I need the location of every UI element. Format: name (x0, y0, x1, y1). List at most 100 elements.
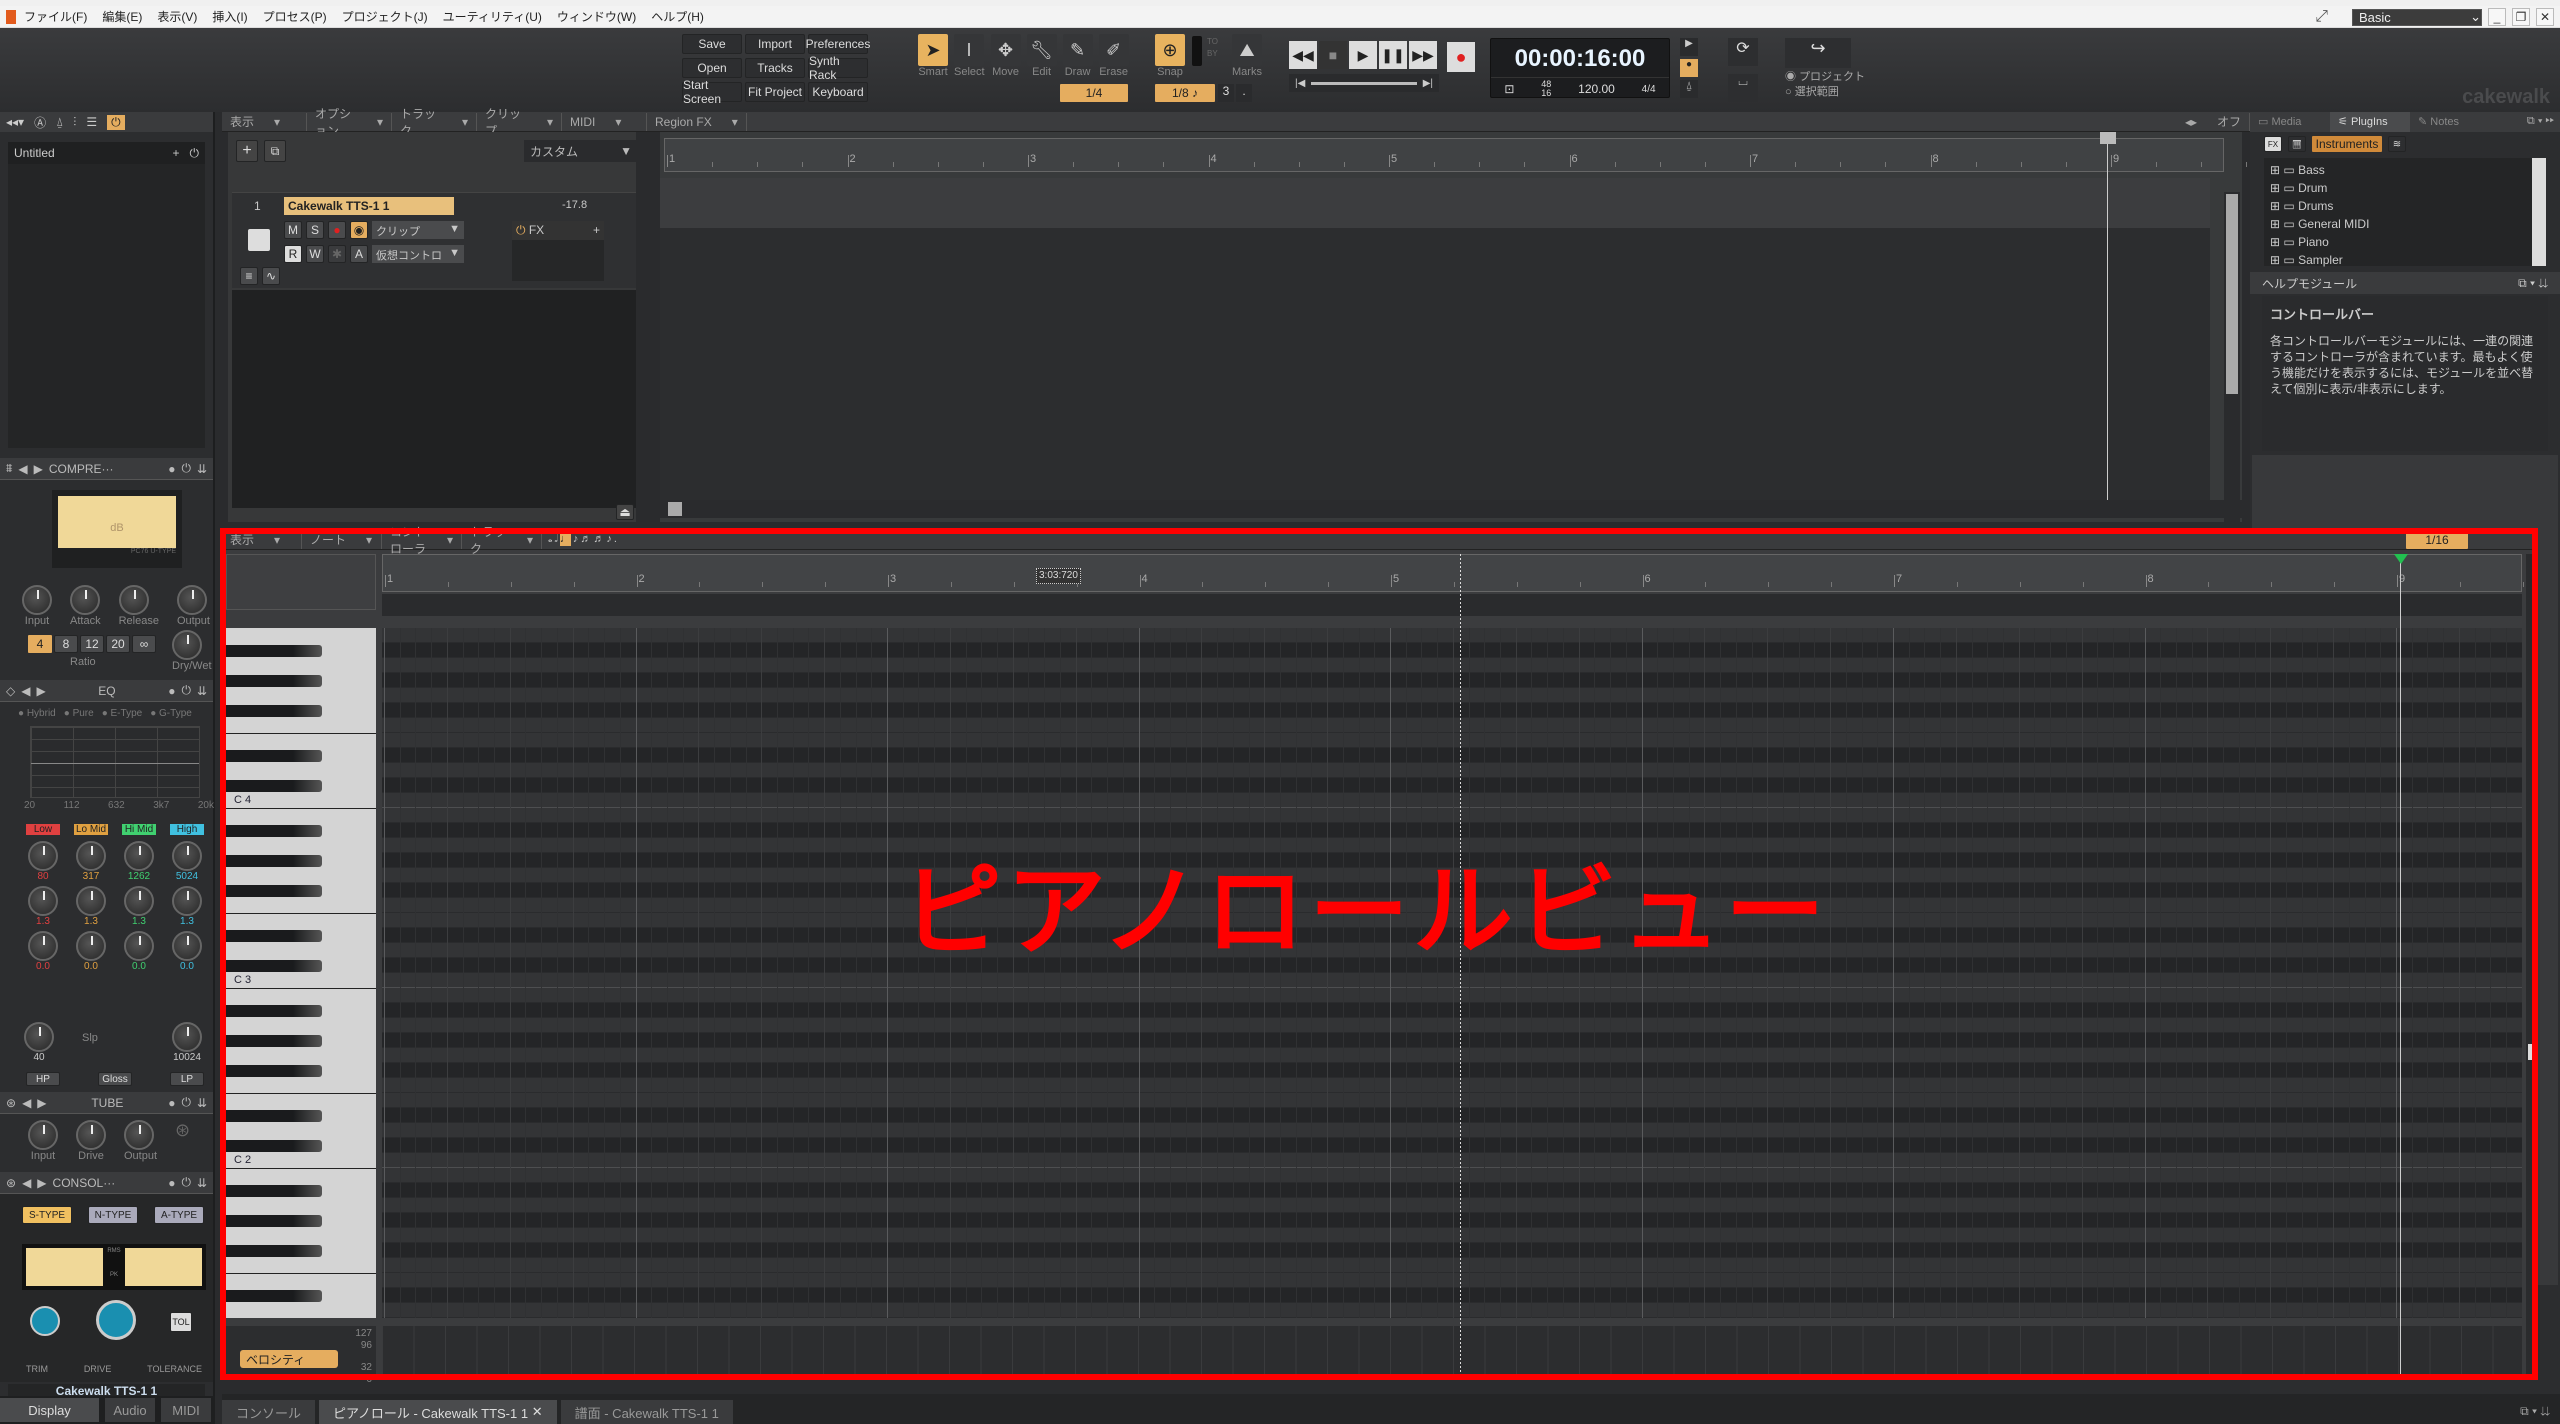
edit-tool-button[interactable]: 🔧︎ (1026, 34, 1057, 66)
black-key[interactable] (226, 645, 322, 657)
stop-button[interactable]: ■ (1319, 41, 1347, 69)
s-type-button[interactable]: S-TYPE (22, 1206, 72, 1224)
ratio-8-button[interactable]: 8 (54, 635, 78, 653)
tab-notes[interactable]: ✎ Notes (2410, 112, 2490, 132)
solo-button[interactable]: S (306, 221, 324, 239)
help-module-options[interactable]: ⧉ ▾ ⇊ (2518, 276, 2548, 291)
power-icon[interactable]: ⏻ (181, 1175, 191, 1190)
eq-band-high[interactable]: High (170, 824, 204, 835)
black-key[interactable] (226, 1035, 322, 1047)
sixteenth-note-icon[interactable]: ♬ (580, 533, 591, 546)
pianoroll-menu-track[interactable]: トラック ▾ (462, 525, 542, 556)
prev-icon[interactable]: ◀ (18, 462, 27, 476)
menu-edit[interactable]: 編集(E) (102, 8, 142, 25)
black-key[interactable] (226, 1185, 322, 1197)
controller-lane[interactable] (382, 1326, 2522, 1376)
compressor-attack-knob[interactable] (70, 585, 100, 615)
eq-himid-q-knob[interactable] (124, 886, 154, 916)
eq-lp-freq-knob[interactable] (172, 1022, 202, 1052)
write-automation-button[interactable]: W (306, 245, 324, 263)
eq-band-himid[interactable]: Hi Mid (122, 824, 156, 835)
minimize-button[interactable]: _ (2488, 8, 2506, 26)
eq-band-lomid[interactable]: Lo Mid (74, 824, 108, 835)
menu-view[interactable]: 表示(V) (157, 8, 197, 25)
marks-button[interactable]: ⛰︎ (1232, 34, 1262, 66)
eq-mode-etype[interactable]: ● E-Type (102, 708, 143, 719)
compressor-release-knob[interactable] (118, 585, 149, 615)
open-button[interactable]: Open (682, 58, 742, 78)
whole-note-icon[interactable]: 𝅝 (548, 533, 552, 546)
track-strip[interactable]: 1 Cakewalk TTS-1 1 -17.8 M S ● ◉ クリップ ▼ R… (232, 192, 636, 288)
black-key[interactable] (226, 1140, 322, 1152)
pause-button[interactable]: ❚❚ (1379, 41, 1407, 69)
fx-filter-button[interactable]: FX (2264, 136, 2282, 152)
now-marker[interactable] (2100, 132, 2116, 144)
ratio-12-button[interactable]: 12 (80, 635, 104, 653)
eq-mode-gtype[interactable]: ● G-Type (150, 708, 192, 719)
freeze-button[interactable]: ✱ (328, 245, 346, 263)
record-mode-button[interactable]: ● (1680, 59, 1698, 77)
prev-icon[interactable]: ◀ (21, 684, 30, 698)
tree-item-drum[interactable]: ⊞ ▭ Drum (2270, 179, 2540, 197)
select-tool-button[interactable]: I (954, 34, 984, 66)
pianoroll-menu-notes[interactable]: ノート ▾ (302, 530, 382, 549)
half-note-icon[interactable]: 𝅗𝅥 (554, 533, 558, 546)
eq-lomid-lvl-knob[interactable] (76, 931, 106, 961)
snap-triplet-button[interactable]: 3 (1218, 84, 1234, 102)
trackview-menu-regionfx[interactable]: Region FX ▾ (647, 112, 747, 131)
tube-output-knob[interactable] (124, 1120, 154, 1150)
bypass-icon[interactable]: ● (168, 1176, 175, 1190)
pianoroll-menu-view[interactable]: 表示 ▾ (222, 530, 302, 549)
a-type-button[interactable]: A-TYPE (154, 1206, 204, 1224)
meter-value[interactable]: 4/4 (1642, 84, 1656, 95)
workspace-select[interactable]: Basic ⌄ (2352, 8, 2482, 26)
trackview-menu-view[interactable]: 表示 ▾ (222, 112, 307, 131)
black-key[interactable] (226, 780, 322, 792)
menu-process[interactable]: プロセス(P) (263, 8, 327, 25)
trackview-menu-clip[interactable]: クリップ ▾ (477, 107, 562, 138)
export-button[interactable]: ↪ (1785, 38, 1851, 68)
eighth-note-icon[interactable]: ♪ (573, 533, 579, 546)
snap-resolution-select[interactable]: 1/8 ♪ (1155, 84, 1215, 102)
trackview-menu-track[interactable]: トラック ▾ (392, 107, 477, 138)
tab-plugins[interactable]: ⚟ PlugIns (2330, 112, 2410, 132)
prev-icon[interactable]: ◀ (22, 1176, 31, 1190)
now-time[interactable]: 00:00:16:00 (1491, 45, 1669, 73)
menu-utilities[interactable]: ユーティリティ(U) (443, 8, 542, 25)
arm-record-button[interactable]: ● (328, 221, 346, 239)
piano-keyboard[interactable]: C 4 C 3 C 2 (226, 628, 376, 1318)
compressor-output-knob[interactable] (176, 585, 207, 615)
menu-file[interactable]: ファイル(F) (24, 8, 87, 25)
snap-dotted-button[interactable]: . (1236, 84, 1252, 102)
black-key[interactable] (226, 1215, 322, 1227)
eq-himid-frq-knob[interactable] (124, 841, 154, 871)
tube-toggle[interactable]: ⊛ (175, 1120, 190, 1166)
power-icon[interactable]: ⏻ (181, 461, 191, 476)
collapse-tracks-button[interactable]: ⏏ (616, 504, 634, 520)
punch-button[interactable]: ⌴ (1728, 74, 1758, 102)
black-key[interactable] (226, 1005, 322, 1017)
tab-audio[interactable]: Audio (105, 1398, 155, 1422)
trackview-menu-options[interactable]: オプション ▾ (307, 107, 392, 138)
controller-type-select[interactable]: ベロシティ (240, 1350, 338, 1368)
eq-lomid-q-knob[interactable] (76, 886, 106, 916)
thirtysecond-note-icon[interactable]: ♬ (593, 533, 604, 546)
eq-low-lvl-knob[interactable] (28, 931, 58, 961)
track-volume[interactable]: -17.8 (562, 199, 587, 211)
dock-options[interactable]: ⧉ ▾ ⇊ (2510, 1404, 2560, 1424)
collapse-icon[interactable]: ⇊ (197, 462, 207, 476)
close-tab-icon[interactable]: ✕ (532, 1404, 543, 1420)
now-marker[interactable] (2394, 554, 2408, 564)
synth-rack-button[interactable]: Synth Rack (808, 54, 868, 82)
eq-low-q-knob[interactable] (28, 886, 58, 916)
a-icon[interactable]: Ⓐ (34, 114, 46, 131)
eq-himid-lvl-knob[interactable] (124, 931, 154, 961)
collapse-icon[interactable]: ⇊ (197, 1096, 207, 1110)
tree-item-general-midi[interactable]: ⊞ ▭ General MIDI (2270, 215, 2540, 233)
mute-button[interactable]: M (284, 221, 302, 239)
add-icon[interactable]: + (172, 146, 179, 160)
trackview-menu-midi[interactable]: MIDI ▾ (562, 112, 647, 131)
rewind-button[interactable]: ◀◀ (1289, 41, 1317, 69)
collapse-icon[interactable]: ⇊ (197, 1176, 207, 1190)
n-type-button[interactable]: N-TYPE (88, 1206, 138, 1224)
